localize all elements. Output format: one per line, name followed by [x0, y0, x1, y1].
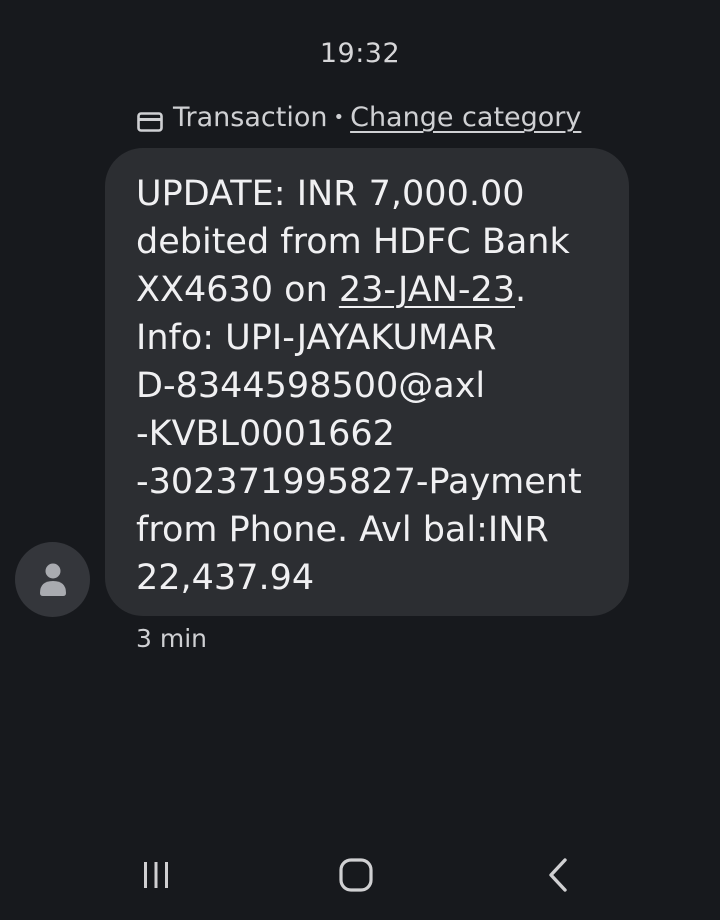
message-line: Info: UPI-JAYAKUMAR — [136, 318, 497, 358]
message-line: -302371995827-Payment — [136, 462, 582, 502]
category-label: Transaction — [173, 102, 328, 133]
person-icon — [39, 563, 66, 596]
message-line: UPDATE: INR 7,000.00 — [136, 174, 525, 214]
back-button[interactable] — [528, 852, 588, 898]
sender-avatar[interactable] — [15, 542, 90, 617]
message-line: D-8344598500@axl — [136, 366, 486, 406]
message-line: 22,437.94 — [136, 558, 315, 598]
category-row: Transaction • Change category — [137, 102, 581, 133]
recents-icon — [144, 862, 168, 888]
card-icon — [137, 108, 163, 132]
message-line: XX4630 on — [136, 270, 339, 310]
message-line: from Phone. Avl bal:INR — [136, 510, 549, 550]
message-time-header: 19:32 — [319, 38, 401, 69]
message-text: UPDATE: INR 7,000.00 debited from HDFC B… — [136, 170, 609, 602]
date-link[interactable]: 23-JAN-23 — [339, 270, 515, 310]
home-button[interactable] — [326, 852, 386, 898]
back-icon — [549, 858, 567, 892]
message-line: -KVBL0001662 — [136, 414, 395, 454]
category-separator: • — [333, 107, 345, 128]
message-line: . — [515, 270, 527, 310]
message-bubble[interactable]: UPDATE: INR 7,000.00 debited from HDFC B… — [105, 148, 629, 616]
message-line: debited from HDFC Bank — [136, 222, 570, 262]
change-category-link[interactable]: Change category — [350, 102, 581, 133]
message-timestamp: 3 min — [136, 624, 207, 653]
sms-conversation-screen: 19:32 Transaction • Change category UPDA… — [0, 0, 720, 920]
home-icon — [339, 858, 373, 892]
system-navigation-bar — [0, 840, 720, 910]
recents-button[interactable] — [126, 852, 186, 898]
